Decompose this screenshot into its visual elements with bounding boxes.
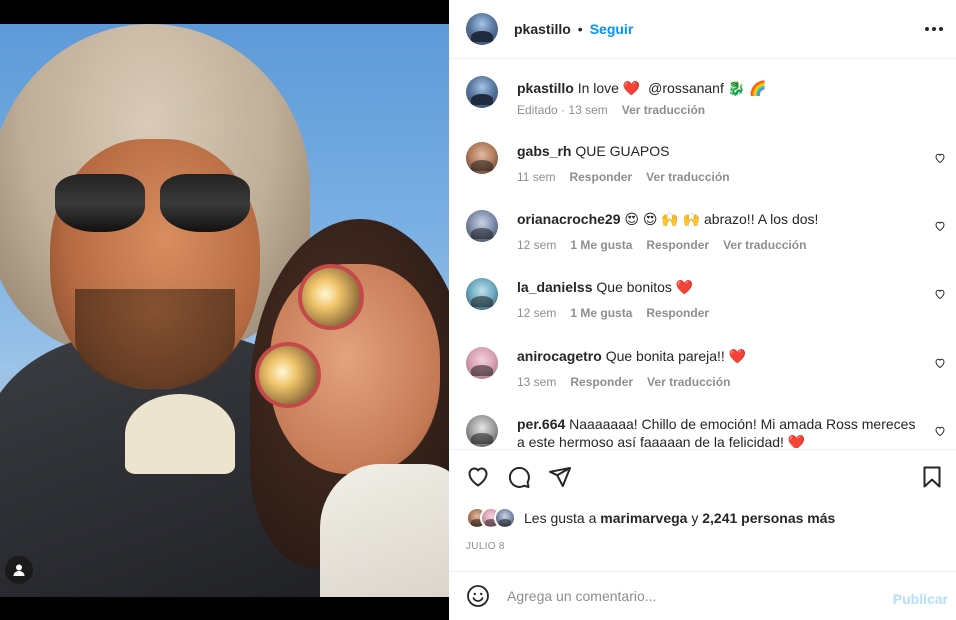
comment-like-icon[interactable] [934, 425, 946, 437]
caption-avatar[interactable] [466, 76, 498, 108]
publish-button[interactable]: Publicar [893, 591, 948, 607]
likes-count[interactable]: 2,241 personas más [702, 510, 835, 526]
comment-avatar[interactable] [466, 415, 498, 447]
separator-dot: • [577, 21, 583, 37]
caption-translate[interactable]: Ver traducción [622, 103, 705, 117]
photo-beard [75, 289, 235, 389]
post-photo[interactable] [0, 24, 449, 597]
likes-summary[interactable]: Les gusta a marimarvega y 2,241 personas… [466, 507, 835, 529]
caption-text: In love [577, 80, 619, 96]
caption-time[interactable]: 13 sem [568, 103, 607, 117]
comment-time[interactable]: 12 sem [517, 306, 556, 320]
caption-mention[interactable]: @rossananf [648, 80, 724, 96]
likes-user[interactable]: marimarvega [600, 510, 687, 526]
comment-reply-button[interactable]: Responder [646, 238, 709, 252]
comment-likes-count[interactable]: 1 Me gusta [570, 238, 632, 252]
comment-username[interactable]: la_danielss [517, 279, 593, 295]
photo-woman-jacket [320, 464, 449, 597]
author-username[interactable]: pkastillo [514, 21, 571, 37]
comment-username[interactable]: gabs_rh [517, 143, 571, 159]
comment-time[interactable]: 12 sem [517, 238, 556, 252]
comment-likes-count[interactable]: 1 Me gusta [570, 306, 632, 320]
comment-translate[interactable]: Ver traducción [646, 170, 729, 184]
post-media[interactable] [0, 0, 449, 620]
share-icon[interactable] [548, 465, 572, 489]
comment-item: anirocagetro Que bonita pareja!! ❤️ 13 s… [466, 347, 946, 403]
comment-text: Naaaaaaa! Chillo de emoción! Mi amada Ro… [517, 416, 916, 448]
post-panel: pkastillo • Seguir pkastillo In love ❤️ … [449, 0, 956, 620]
caption-username[interactable]: pkastillo [517, 80, 574, 96]
comment-avatar[interactable] [466, 278, 498, 310]
comment-input[interactable] [507, 588, 877, 604]
comment-reply-button[interactable]: Responder [646, 306, 709, 320]
comment-like-icon[interactable] [934, 288, 946, 300]
post-date[interactable]: JULIO 8 [466, 541, 505, 552]
comment-text: QUE GUAPOS [575, 143, 670, 159]
photo-lens-left [298, 264, 364, 330]
bookmark-icon[interactable] [920, 465, 944, 489]
likes-prefix: Les gusta a [524, 510, 597, 526]
comment-item: per.664 Naaaaaaa! Chillo de emoción! Mi … [466, 415, 946, 448]
comment-translate[interactable]: Ver traducción [647, 375, 730, 389]
comment-like-icon[interactable] [934, 357, 946, 369]
comment-text: Que bonitos ❤️ [596, 279, 694, 295]
post-header: pkastillo • Seguir [449, 0, 956, 59]
more-icon[interactable] [923, 18, 945, 40]
comment-avatar[interactable] [466, 347, 498, 379]
comment-text: 😍 😍 🙌 🙌 abrazo!! A los dos! [624, 211, 819, 227]
photo-sunglasses [55, 174, 255, 234]
caption-heart: ❤️ [622, 80, 641, 96]
action-bar [449, 449, 956, 509]
comment-item: gabs_rh QUE GUAPOS 11 sem Responder Ver … [466, 142, 946, 198]
comment-like-icon[interactable] [934, 220, 946, 232]
comment-text: Que bonita pareja!! ❤️ [605, 348, 747, 364]
comment-icon[interactable] [507, 465, 531, 489]
comments-list[interactable]: pkastillo In love ❤️ @rossananf 🐉 🌈 Edit… [449, 60, 956, 448]
comment-item: orianacroche29 😍 😍 🙌 🙌 abrazo!! A los do… [466, 210, 946, 266]
follow-button[interactable]: Seguir [590, 21, 634, 37]
emoji-icon[interactable] [466, 584, 490, 608]
likes-conj: y [691, 510, 699, 526]
caption-edited: Editado [517, 103, 558, 117]
comment-time[interactable]: 11 sem [517, 170, 555, 184]
tagged-user-icon[interactable] [5, 556, 33, 584]
comment-time[interactable]: 13 sem [517, 375, 556, 389]
caption: pkastillo In love ❤️ @rossananf 🐉 🌈 Edit… [466, 76, 946, 136]
liker-avatar [494, 507, 516, 529]
comment-composer: Publicar [449, 571, 956, 620]
photo-tshirt [125, 394, 235, 474]
comment-username[interactable]: per.664 [517, 416, 565, 432]
comment-like-icon[interactable] [934, 152, 946, 164]
comment-avatar[interactable] [466, 210, 498, 242]
comment-username[interactable]: orianacroche29 [517, 211, 621, 227]
heart-icon[interactable] [466, 465, 490, 489]
comment-translate[interactable]: Ver traducción [723, 238, 806, 252]
comment-username[interactable]: anirocagetro [517, 348, 602, 364]
comment-avatar[interactable] [466, 142, 498, 174]
caption-emojis: 🐉 🌈 [727, 80, 767, 96]
comment-reply-button[interactable]: Responder [570, 375, 633, 389]
comment-reply-button[interactable]: Responder [569, 170, 632, 184]
liked-by-avatars[interactable] [466, 507, 518, 529]
author-avatar[interactable] [466, 13, 498, 45]
photo-lens-right [255, 342, 321, 408]
comment-item: la_danielss Que bonitos ❤️ 12 sem 1 Me g… [466, 278, 946, 334]
